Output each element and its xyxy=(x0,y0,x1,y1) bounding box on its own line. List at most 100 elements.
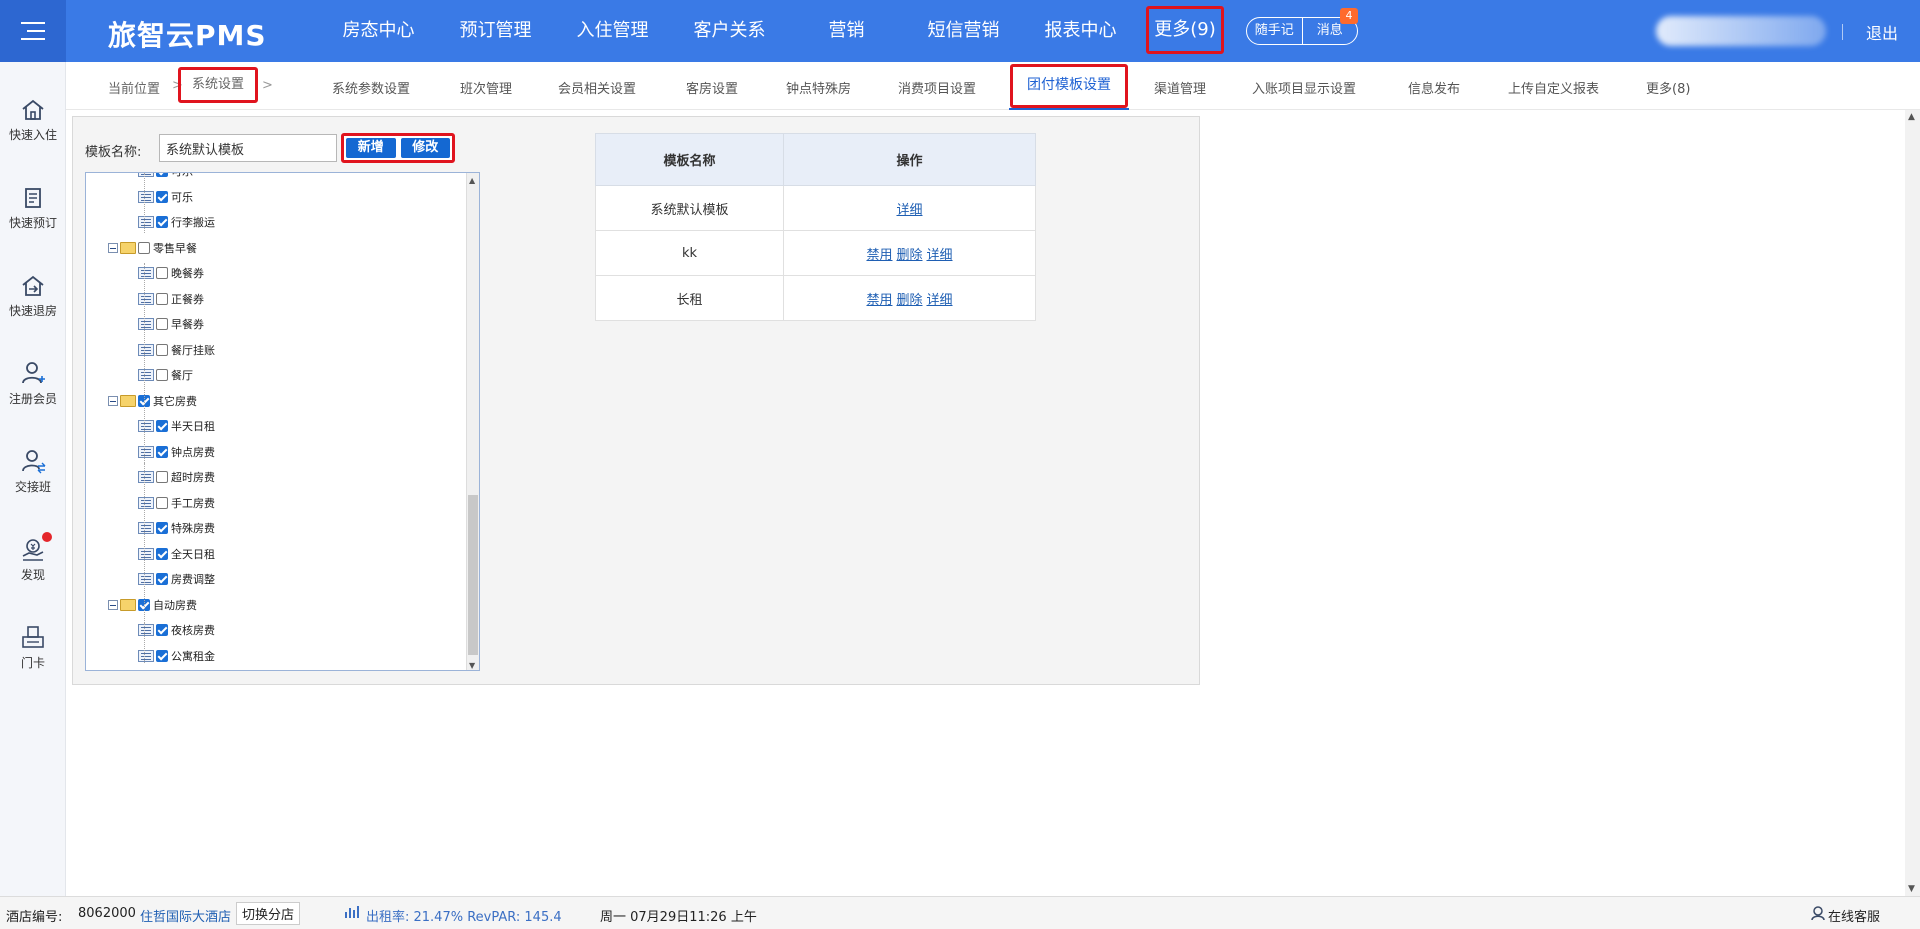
nav-booking[interactable]: 预订管理 xyxy=(437,0,554,62)
tree-checkbox[interactable] xyxy=(156,173,168,177)
document-icon xyxy=(25,188,41,208)
tab-posting-items-display[interactable]: 入账项目显示设置 xyxy=(1252,78,1356,97)
tree-checkbox[interactable] xyxy=(156,420,168,432)
tree-checkbox[interactable] xyxy=(156,292,168,305)
tab-system-params[interactable]: 系统参数设置 xyxy=(332,78,410,97)
tree-leaf-node[interactable]: 可乐 xyxy=(138,187,193,207)
tree-checkbox[interactable] xyxy=(156,624,168,636)
tree-leaf-node[interactable]: 房费调整 xyxy=(138,569,215,589)
tree-folder-node[interactable]: 自动房费 xyxy=(108,595,197,615)
tree-checkbox[interactable] xyxy=(156,267,168,279)
nav-checkin[interactable]: 入住管理 xyxy=(554,0,671,62)
tree-checkbox[interactable] xyxy=(156,318,168,330)
list-item-icon xyxy=(138,343,154,356)
sidebar-item-room-card[interactable]: 门卡 xyxy=(0,624,66,671)
tree-checkbox[interactable] xyxy=(156,573,168,585)
nav-sms[interactable]: 短信营销 xyxy=(905,0,1022,62)
disable-link[interactable]: 禁用 xyxy=(866,248,892,263)
sidebar-item-register-member[interactable]: 注册会员 xyxy=(0,360,66,407)
tree-folder-node[interactable]: 其它房费 xyxy=(108,391,197,411)
list-item-icon xyxy=(138,573,154,585)
tree-leaf-node[interactable]: 可乐 xyxy=(138,173,193,181)
tab-room-settings[interactable]: 客房设置 xyxy=(686,78,738,97)
tree-scroll-thumb[interactable] xyxy=(468,495,478,655)
tree-checkbox[interactable] xyxy=(156,445,168,458)
edit-template-button[interactable]: 修改 xyxy=(400,138,450,158)
tree-checkbox[interactable] xyxy=(156,649,168,662)
tree-leaf-node[interactable]: 夜核房费 xyxy=(138,620,215,640)
tab-consumption-items[interactable]: 消费项目设置 xyxy=(898,78,976,97)
tab-member-settings[interactable]: 会员相关设置 xyxy=(558,78,636,97)
tree-checkbox[interactable] xyxy=(156,216,168,228)
tab-upload-custom-report[interactable]: 上传自定义报表 xyxy=(1508,78,1599,97)
tree-leaf-node[interactable]: 全天日租 xyxy=(138,544,215,564)
logout-button[interactable]: 退出 xyxy=(1866,20,1898,44)
page-scrollbar[interactable]: ▲ ▼ xyxy=(1905,110,1920,896)
collapse-icon[interactable] xyxy=(108,599,118,610)
tree-node-label: 行李搬运 xyxy=(171,216,215,229)
detail-link[interactable]: 详细 xyxy=(927,293,953,308)
notification-dot xyxy=(42,532,52,542)
tree-leaf-node[interactable]: 餐厅挂账 xyxy=(138,340,215,360)
delete-link[interactable]: 删除 xyxy=(896,293,922,308)
add-template-button[interactable]: 新增 xyxy=(346,138,396,158)
tab-more[interactable]: 更多(8) xyxy=(1646,78,1690,97)
tree-checkbox[interactable] xyxy=(156,547,168,560)
tree-scrollbar[interactable]: ▲ ▼ xyxy=(466,173,479,670)
template-name-input[interactable] xyxy=(159,134,337,162)
disable-link[interactable]: 禁用 xyxy=(866,293,892,308)
tree-checkbox[interactable] xyxy=(156,496,168,509)
sidebar-item-quick-checkin[interactable]: 快速入住 xyxy=(0,98,66,143)
menu-toggle-button[interactable] xyxy=(0,0,66,62)
tree-node-label: 正餐券 xyxy=(171,292,204,306)
tree-leaf-node[interactable]: 钟点房费 xyxy=(138,442,215,462)
nav-more-button[interactable]: 更多(9) xyxy=(1146,6,1224,54)
tree-leaf-node[interactable]: 手工房费 xyxy=(138,493,215,513)
nav-room-status[interactable]: 房态中心 xyxy=(320,0,437,62)
online-service-link[interactable]: 在线客服 xyxy=(1828,906,1880,925)
collapse-icon[interactable] xyxy=(108,242,118,253)
tree-leaf-node[interactable]: 餐厅 xyxy=(138,365,193,385)
tab-info-publish[interactable]: 信息发布 xyxy=(1408,78,1460,97)
tree-leaf-node[interactable]: 公寓租金 xyxy=(138,646,215,666)
tab-channel-management[interactable]: 渠道管理 xyxy=(1154,78,1206,97)
sidebar-item-shift-handover[interactable]: 交接班 xyxy=(0,448,66,495)
detail-link[interactable]: 详细 xyxy=(896,203,922,218)
tree-checkbox[interactable] xyxy=(156,190,168,203)
billing-items-tree[interactable]: ▲ ▼ 可乐可乐行李搬运零售早餐晚餐券正餐券早餐券餐厅挂账餐厅其它房费半天日租钟… xyxy=(85,172,480,671)
tab-hourly-special-room[interactable]: 钟点特殊房 xyxy=(786,78,851,97)
tree-leaf-node[interactable]: 正餐券 xyxy=(138,289,204,309)
detail-link[interactable]: 详细 xyxy=(927,248,953,263)
tree-leaf-node[interactable]: 超时房费 xyxy=(138,467,215,487)
tree-checkbox[interactable] xyxy=(156,343,168,356)
tree-checkbox[interactable] xyxy=(138,241,150,254)
tree-leaf-node[interactable]: 半天日租 xyxy=(138,416,215,436)
scroll-down-icon[interactable]: ▼ xyxy=(469,661,475,670)
tab-shift-management[interactable]: 班次管理 xyxy=(460,78,512,97)
nav-reports[interactable]: 报表中心 xyxy=(1022,0,1139,62)
scroll-down-icon[interactable]: ▼ xyxy=(1908,884,1915,894)
sidebar-item-discover[interactable]: 发现 xyxy=(0,532,66,583)
nav-crm[interactable]: 客户关系 xyxy=(671,0,788,62)
nav-marketing[interactable]: 营销 xyxy=(788,0,905,62)
tab-group-payment-template[interactable]: 团付模板设置 xyxy=(1009,64,1129,110)
tree-checkbox[interactable] xyxy=(156,471,168,483)
tree-folder-node[interactable]: 零售早餐 xyxy=(108,238,197,258)
tree-leaf-node[interactable]: 早餐券 xyxy=(138,314,204,334)
sidebar-item-quick-checkout[interactable]: 快速退房 xyxy=(0,274,66,319)
collapse-icon[interactable] xyxy=(108,395,118,406)
hotel-name[interactable]: 住哲国际大酒店 xyxy=(140,906,231,925)
tree-leaf-node[interactable]: 特殊房费 xyxy=(138,518,215,538)
memo-button[interactable]: 随手记 xyxy=(1247,18,1303,44)
delete-link[interactable]: 删除 xyxy=(896,248,922,263)
tree-leaf-node[interactable]: 晚餐券 xyxy=(138,263,204,283)
switch-branch-button[interactable]: 切换分店 xyxy=(236,902,301,925)
tree-leaf-node[interactable]: 行李搬运 xyxy=(138,212,215,232)
tree-checkbox[interactable] xyxy=(156,369,168,381)
scroll-up-icon[interactable]: ▲ xyxy=(1908,112,1915,122)
scroll-up-icon[interactable]: ▲ xyxy=(469,176,475,185)
tree-checkbox[interactable] xyxy=(156,522,168,534)
sidebar-item-quick-booking[interactable]: 快速预订 xyxy=(0,186,66,231)
tree-node-label: 夜核房费 xyxy=(171,624,215,637)
breadcrumb-current[interactable]: 系统设置 xyxy=(178,67,258,103)
